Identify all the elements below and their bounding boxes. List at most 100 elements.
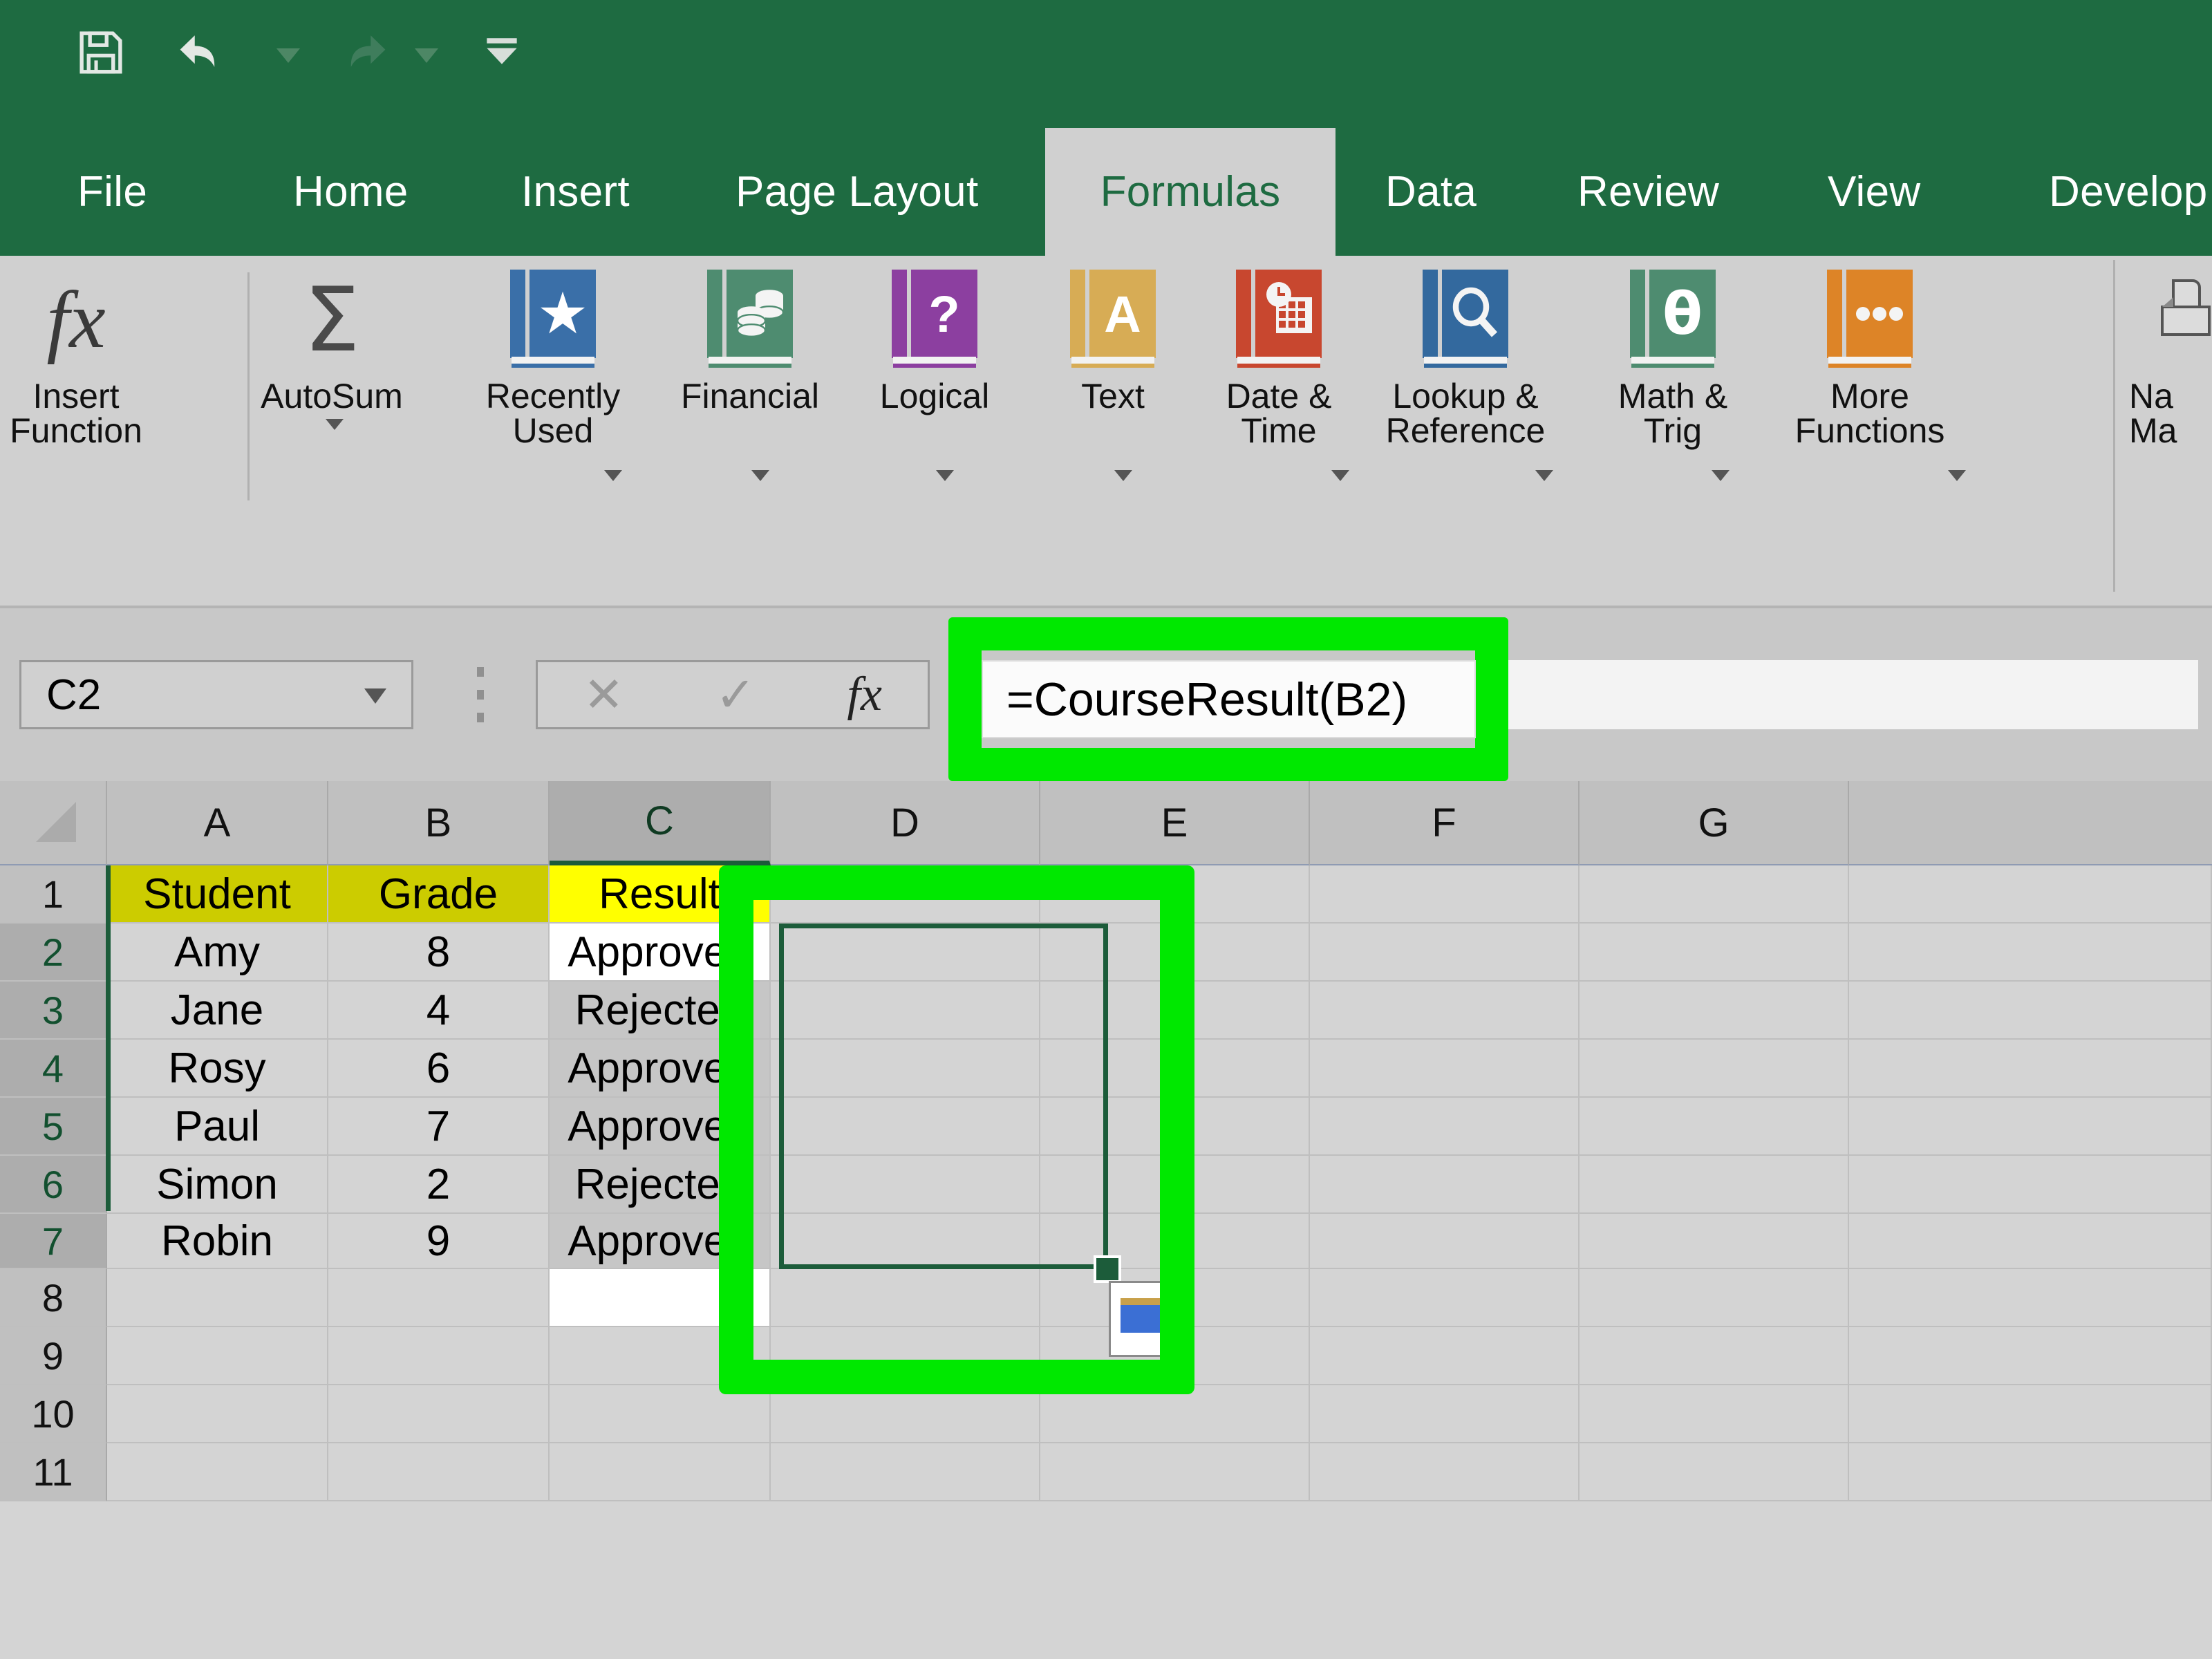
cell-b9[interactable] (328, 1327, 550, 1385)
cell-a3[interactable]: Jane (107, 982, 328, 1040)
cell-g3[interactable] (1580, 982, 1849, 1040)
cell-f11[interactable] (1310, 1443, 1580, 1501)
cell-h1[interactable] (1849, 865, 2212, 924)
cell-c11[interactable] (550, 1443, 771, 1501)
row-header-2[interactable]: 2 (0, 924, 107, 982)
tab-data[interactable]: Data (1362, 128, 1500, 256)
recently-used-button[interactable]: ★ Recently Used (477, 268, 629, 481)
undo-icon[interactable] (171, 26, 234, 89)
customize-toolbar-icon[interactable] (484, 33, 520, 73)
text-dropdown-icon[interactable] (1114, 470, 1132, 481)
insert-function-button[interactable]: fx Insert Function (0, 268, 152, 448)
cell-b1[interactable]: Grade (328, 865, 550, 924)
column-header-g[interactable]: G (1580, 781, 1849, 865)
cell-g9[interactable] (1580, 1327, 1849, 1385)
cell-a2[interactable]: Amy (107, 924, 328, 982)
cell-b7[interactable]: 9 (328, 1214, 550, 1269)
column-header-e[interactable]: E (1040, 781, 1310, 865)
row-header-6[interactable]: 6 (0, 1156, 107, 1214)
check-icon[interactable]: ✓ (715, 666, 756, 723)
cell-a7[interactable]: Robin (107, 1214, 328, 1269)
tab-home[interactable]: Home (270, 128, 432, 256)
row-header-3[interactable]: 3 (0, 982, 107, 1040)
cell-f7[interactable] (1310, 1214, 1580, 1269)
cell-h6[interactable] (1849, 1156, 2212, 1214)
more-functions-dropdown-icon[interactable] (1948, 470, 1966, 481)
name-manager-button[interactable]: Na Ma (2129, 268, 2212, 448)
cell-h3[interactable] (1849, 982, 2212, 1040)
formula-input[interactable]: =CourseResult(B2) (982, 660, 1476, 738)
cell-g8[interactable] (1580, 1269, 1849, 1327)
math-trig-button[interactable]: θ Math & Trig (1597, 268, 1749, 481)
cell-f6[interactable] (1310, 1156, 1580, 1214)
cell-h5[interactable] (1849, 1098, 2212, 1156)
redo-icon[interactable] (332, 26, 394, 89)
row-header-4[interactable]: 4 (0, 1040, 107, 1098)
cell-h10[interactable] (1849, 1385, 2212, 1443)
row-header-9[interactable]: 9 (0, 1327, 107, 1385)
cell-a6[interactable]: Simon (107, 1156, 328, 1214)
name-box[interactable]: C2 (19, 660, 413, 729)
cell-h9[interactable] (1849, 1327, 2212, 1385)
cell-h8[interactable] (1849, 1269, 2212, 1327)
row-header-7[interactable]: 7 (0, 1214, 107, 1269)
row-header-11[interactable]: 11 (0, 1443, 107, 1501)
cell-a10[interactable] (107, 1385, 328, 1443)
cell-f2[interactable] (1310, 924, 1580, 982)
financial-dropdown-icon[interactable] (751, 470, 769, 481)
select-all-corner[interactable] (0, 781, 107, 865)
save-icon[interactable] (75, 26, 127, 82)
column-header-f[interactable]: F (1310, 781, 1580, 865)
text-button[interactable]: A Text (1037, 268, 1189, 481)
column-header-d[interactable]: D (771, 781, 1040, 865)
lookup-reference-button[interactable]: Lookup & Reference (1365, 268, 1566, 481)
cell-b10[interactable] (328, 1385, 550, 1443)
autosum-button[interactable]: Σ AutoSum (256, 268, 408, 430)
close-icon[interactable]: ✕ (583, 666, 624, 723)
cell-f1[interactable] (1310, 865, 1580, 924)
cell-b4[interactable]: 6 (328, 1040, 550, 1098)
tab-file[interactable]: File (54, 128, 171, 256)
cell-b6[interactable]: 2 (328, 1156, 550, 1214)
more-functions-button[interactable]: More Functions (1770, 268, 1970, 481)
fx-icon[interactable]: fx (847, 667, 882, 722)
cell-a5[interactable]: Paul (107, 1098, 328, 1156)
cell-g2[interactable] (1580, 924, 1849, 982)
cell-b8[interactable] (328, 1269, 550, 1327)
cell-g4[interactable] (1580, 1040, 1849, 1098)
tab-page-layout[interactable]: Page Layout (712, 128, 1002, 256)
cell-a1[interactable]: Student (107, 865, 328, 924)
logical-dropdown-icon[interactable] (936, 470, 954, 481)
cell-a11[interactable] (107, 1443, 328, 1501)
cell-g6[interactable] (1580, 1156, 1849, 1214)
cell-g10[interactable] (1580, 1385, 1849, 1443)
math-trig-dropdown-icon[interactable] (1712, 470, 1730, 481)
date-time-button[interactable]: Date & Time (1203, 268, 1355, 481)
cell-e11[interactable] (1040, 1443, 1310, 1501)
cell-h11[interactable] (1849, 1443, 2212, 1501)
column-header-c[interactable]: C (550, 781, 771, 865)
tab-view[interactable]: View (1804, 128, 1944, 256)
date-time-dropdown-icon[interactable] (1331, 470, 1349, 481)
cell-g7[interactable] (1580, 1214, 1849, 1269)
autosum-dropdown-icon[interactable] (326, 419, 344, 430)
tab-developer[interactable]: Develop (2025, 128, 2212, 256)
column-header-a[interactable]: A (107, 781, 328, 865)
logical-button[interactable]: ? Logical (859, 268, 1011, 481)
cell-g5[interactable] (1580, 1098, 1849, 1156)
cell-a9[interactable] (107, 1327, 328, 1385)
cell-f3[interactable] (1310, 982, 1580, 1040)
cell-a4[interactable]: Rosy (107, 1040, 328, 1098)
cell-b11[interactable] (328, 1443, 550, 1501)
cell-f4[interactable] (1310, 1040, 1580, 1098)
formula-bar-grip[interactable] (477, 660, 484, 729)
cell-b5[interactable]: 7 (328, 1098, 550, 1156)
financial-button[interactable]: Financial (674, 268, 826, 481)
redo-dropdown-icon[interactable] (415, 48, 438, 63)
cell-f10[interactable] (1310, 1385, 1580, 1443)
chevron-down-icon[interactable] (364, 688, 386, 704)
column-header-b[interactable]: B (328, 781, 550, 865)
cell-f9[interactable] (1310, 1327, 1580, 1385)
cell-f8[interactable] (1310, 1269, 1580, 1327)
cell-f5[interactable] (1310, 1098, 1580, 1156)
